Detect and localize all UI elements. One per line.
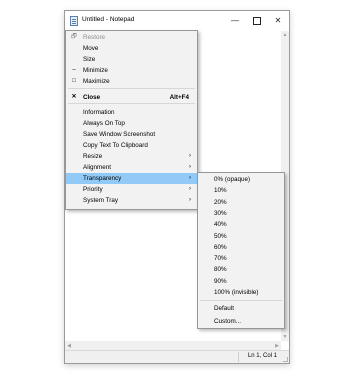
menu-item-label: Size <box>83 56 96 63</box>
menu-item-label: Close <box>83 94 101 101</box>
transparency-option-label: 40% <box>214 221 227 229</box>
menu-item-label: Copy Text To Clipboard <box>83 142 148 149</box>
chevron-right-icon: › <box>189 186 191 192</box>
menu-item-maximize[interactable]: □ Maximize <box>66 76 197 87</box>
menu-separator <box>68 88 195 89</box>
menu-item-resize[interactable]: Resize › <box>66 151 197 162</box>
transparency-option[interactable]: 0% (opaque) <box>198 174 284 185</box>
menu-separator <box>200 300 282 301</box>
title-bar[interactable]: Untitled - Notepad — ✕ <box>65 11 289 31</box>
close-icon: ✕ <box>71 94 77 100</box>
menu-item-label: Always On Top <box>83 120 125 127</box>
transparency-option[interactable]: 100% (invisible) <box>198 287 284 298</box>
menu-item-copy-text-to-clipboard[interactable]: Copy Text To Clipboard <box>66 140 197 151</box>
menu-item-move[interactable]: Move <box>66 43 197 54</box>
transparency-option-label: 90% <box>214 277 227 285</box>
transparency-option-label: 0% (opaque) <box>214 176 251 183</box>
transparency-option[interactable]: 70% <box>198 253 284 264</box>
maximize-icon: □ <box>72 78 76 84</box>
resize-grip-icon[interactable] <box>283 357 288 362</box>
menu-item-size[interactable]: Size <box>66 54 197 65</box>
menu-item-label: Move <box>83 45 99 52</box>
transparency-option-label: 20% <box>214 198 227 206</box>
chevron-right-icon: › <box>189 164 191 170</box>
menu-item-restore[interactable]: 🗗 Restore <box>66 32 197 43</box>
minimize-icon: ‒ <box>72 67 76 73</box>
chevron-right-icon: › <box>189 197 191 203</box>
menu-item-information[interactable]: Information <box>66 107 197 118</box>
transparency-default-option[interactable]: Default <box>198 303 284 314</box>
minimize-button[interactable]: — <box>227 14 243 28</box>
menu-item-priority[interactable]: Priority › <box>66 184 197 195</box>
maximize-button[interactable] <box>249 14 265 28</box>
status-divider <box>238 352 239 362</box>
default-label: Default <box>214 305 234 312</box>
menu-item-label: Restore <box>83 34 106 41</box>
scroll-left-icon[interactable]: ◀ <box>65 342 73 350</box>
cursor-position: Ln 1, Col 1 <box>247 353 277 359</box>
scroll-down-icon[interactable]: ▼ <box>281 333 289 341</box>
transparency-option[interactable]: 90% <box>198 276 284 287</box>
menu-item-label: Transparency <box>83 175 122 182</box>
scroll-right-icon[interactable]: ▶ <box>273 342 281 350</box>
transparency-option-label: 30% <box>214 209 227 217</box>
transparency-option[interactable]: 50% <box>198 231 284 242</box>
desktop: Untitled - Notepad — ✕ ▲ ▼ ◀ ▶ Ln 1, Col… <box>0 0 353 377</box>
notepad-app-icon[interactable] <box>70 16 78 26</box>
transparency-submenu: 0% (opaque) 10% 20% 30% 40% 50% 60% 70% 80% 90% 10… <box>197 172 285 329</box>
transparency-option-label: 80% <box>214 266 227 274</box>
menu-item-label: Resize <box>83 153 103 160</box>
maximize-icon <box>253 16 261 25</box>
menu-separator <box>68 103 195 104</box>
window-title: Untitled - Notepad <box>82 16 135 23</box>
close-button[interactable]: ✕ <box>270 14 286 28</box>
menu-item-label: Information <box>83 109 115 116</box>
menu-item-transparency[interactable]: Transparency › <box>66 173 197 184</box>
menu-item-minimize[interactable]: ‒ Minimize <box>66 65 197 76</box>
menu-item-label: Alignment <box>83 164 112 171</box>
menu-item-label: System Tray <box>83 197 118 204</box>
transparency-option-label: 100% (invisible) <box>214 289 259 296</box>
custom-label: Custom... <box>214 318 241 325</box>
menu-item-close[interactable]: ✕ Close Alt+F4 <box>66 92 197 103</box>
menu-item-alignment[interactable]: Alignment › <box>66 162 197 173</box>
transparency-option[interactable]: 80% <box>198 264 284 275</box>
transparency-custom-option[interactable]: Custom... <box>198 316 284 327</box>
chevron-right-icon: › <box>189 153 191 159</box>
shortcut-label: Alt+F4 <box>169 94 189 101</box>
transparency-option[interactable]: 30% <box>198 208 284 219</box>
status-bar: Ln 1, Col 1 <box>65 350 289 363</box>
scroll-up-icon[interactable]: ▲ <box>281 31 289 39</box>
transparency-option-label: 60% <box>214 243 227 251</box>
transparency-option[interactable]: 10% <box>198 185 284 196</box>
transparency-option[interactable]: 20% <box>198 197 284 208</box>
menu-item-always-on-top[interactable]: Always On Top <box>66 118 197 129</box>
menu-item-label: Minimize <box>83 67 108 74</box>
menu-item-system-tray[interactable]: System Tray › <box>66 195 197 206</box>
transparency-option-label: 10% <box>214 187 227 195</box>
menu-item-label: Save Window Screenshot <box>83 131 156 138</box>
transparency-option-label: 50% <box>214 232 227 240</box>
transparency-option[interactable]: 60% <box>198 242 284 253</box>
system-menu: 🗗 Restore Move Size ‒ Minimize □ Maximize ✕ Close… <box>65 30 198 210</box>
transparency-option[interactable]: 40% <box>198 219 284 230</box>
menu-item-label: Maximize <box>83 78 110 85</box>
transparency-option-label: 70% <box>214 255 227 263</box>
restore-icon: 🗗 <box>71 34 77 40</box>
chevron-right-icon: › <box>189 175 191 181</box>
menu-item-label: Priority <box>83 186 103 193</box>
menu-item-save-window-screenshot[interactable]: Save Window Screenshot <box>66 129 197 140</box>
